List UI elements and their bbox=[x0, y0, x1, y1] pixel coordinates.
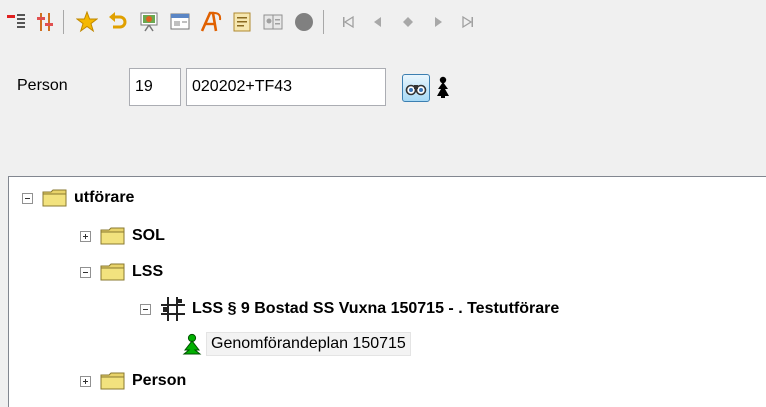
expand-toggle[interactable] bbox=[80, 375, 91, 387]
tree-node-plan[interactable]: Genomförandeplan 150715 bbox=[181, 330, 411, 358]
tree-node-label: Person bbox=[132, 372, 187, 389]
person-number-field[interactable]: 19 bbox=[129, 68, 181, 106]
tree-node-label: SOL bbox=[132, 227, 165, 244]
document-icon[interactable] bbox=[228, 9, 256, 35]
star-icon[interactable] bbox=[73, 9, 101, 35]
decision-grid-icon bbox=[161, 297, 185, 321]
toolbar-separator bbox=[63, 10, 64, 34]
folder-icon bbox=[100, 227, 125, 245]
folder-icon bbox=[100, 372, 125, 390]
record-stop-icon[interactable] bbox=[290, 9, 318, 35]
person-label: Person bbox=[17, 77, 68, 94]
nav-next-icon[interactable] bbox=[424, 9, 452, 35]
collapse-toggle[interactable] bbox=[140, 303, 151, 315]
tree-node-lss[interactable]: LSS bbox=[80, 258, 163, 286]
person-icon[interactable] bbox=[435, 76, 451, 105]
tree-node-label: LSS bbox=[132, 263, 164, 280]
nav-diamond-icon[interactable] bbox=[394, 9, 422, 35]
tree-node-label: Genomförandeplan 150715 bbox=[206, 332, 411, 356]
expand-toggle[interactable] bbox=[80, 230, 91, 242]
presentation-icon[interactable] bbox=[135, 9, 163, 35]
nav-previous-icon[interactable] bbox=[364, 9, 392, 35]
folder-icon bbox=[42, 189, 67, 207]
collapse-toggle[interactable] bbox=[22, 192, 33, 204]
collapse-toggle[interactable] bbox=[80, 266, 91, 278]
tree-node-sol[interactable]: SOL bbox=[80, 222, 165, 250]
toolbar bbox=[0, 0, 766, 44]
window-icon[interactable] bbox=[166, 9, 194, 35]
person-green-icon bbox=[182, 333, 202, 355]
tree-node-label: LSS § 9 Bostad SS Vuxna 150715 - . Testu… bbox=[192, 300, 560, 317]
nav-first-icon[interactable] bbox=[334, 9, 362, 35]
sliders-icon[interactable] bbox=[31, 9, 59, 35]
person-id-field[interactable]: 020202+TF43 bbox=[186, 68, 386, 106]
toolbar-separator bbox=[323, 10, 324, 34]
font-icon[interactable] bbox=[197, 9, 225, 35]
tree-view[interactable]: utförare SOL LSS LSS § 9 Bostad SS Vuxna… bbox=[8, 176, 766, 407]
undo-icon[interactable] bbox=[104, 9, 132, 35]
folder-icon bbox=[100, 263, 125, 281]
tree-node-lss-case[interactable]: LSS § 9 Bostad SS Vuxna 150715 - . Testu… bbox=[140, 295, 559, 323]
nav-last-icon[interactable] bbox=[454, 9, 482, 35]
id-card-icon[interactable] bbox=[259, 9, 287, 35]
collapse-list-icon[interactable] bbox=[2, 9, 30, 35]
tree-node-label: utförare bbox=[74, 189, 135, 206]
tree-node-person[interactable]: Person bbox=[80, 367, 186, 395]
tree-node-utforare[interactable]: utförare bbox=[22, 184, 134, 212]
binoculars-icon bbox=[405, 84, 427, 96]
search-button[interactable] bbox=[402, 74, 430, 102]
